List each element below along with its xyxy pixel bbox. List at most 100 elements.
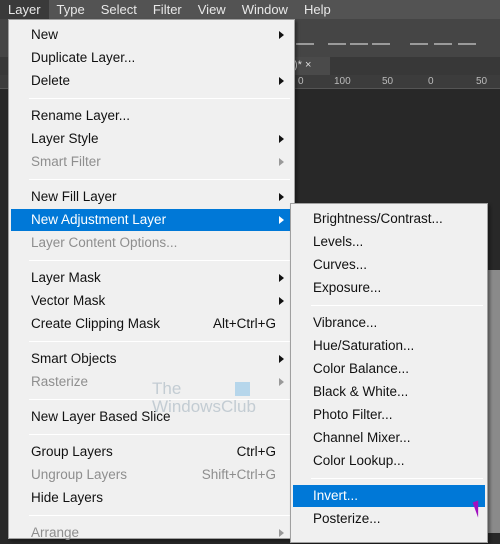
menu-filter[interactable]: Filter [145,0,190,19]
menu-item-label: Layer Style [31,131,99,146]
menu-separator [29,341,290,342]
menu-item-posterize[interactable]: Posterize... [293,508,485,530]
menu-item-hide-layers[interactable]: Hide Layers [11,487,292,509]
menu-help[interactable]: Help [296,0,339,19]
align-right-icon[interactable] [372,31,390,45]
adjustment-layer-submenu: Brightness/Contrast... Levels... Curves...… [290,203,488,543]
menu-item-label: Duplicate Layer... [31,50,136,65]
menu-item-ungroup-layers[interactable]: Ungroup Layers Shift+Ctrl+G [11,464,292,486]
menu-separator [29,399,290,400]
menu-item-label: Layer Mask [31,270,101,285]
menu-item-new-fill-layer[interactable]: New Fill Layer [11,186,292,208]
distribute-bottom-icon[interactable] [458,31,476,45]
menu-item-label: Create Clipping Mask [31,316,161,331]
menu-item-layer-mask[interactable]: Layer Mask [11,267,292,289]
menu-item-label: Rasterize [31,374,89,389]
menu-item-label: New Layer Based Slice [31,409,171,424]
menu-item-shortcut: Alt+Ctrl+G [212,316,276,331]
submenu-arrow-icon [279,355,284,363]
menu-separator [29,515,290,516]
menu-item-delete[interactable]: Delete [11,70,292,92]
menu-separator [29,260,290,261]
menu-item-black-white[interactable]: Black & White... [293,381,485,403]
ruler-label: 0 [428,76,434,87]
menu-item-label: Rename Layer... [31,108,131,123]
menu-view[interactable]: View [190,0,234,19]
menu-window[interactable]: Window [234,0,296,19]
layer-menu: The WindowsClub New Duplicate Layer... Dele… [8,19,295,540]
menu-item-vector-mask[interactable]: Vector Mask [11,290,292,312]
menu-item-invert[interactable]: Invert... [293,485,485,507]
menu-item-vibrance[interactable]: Vibrance... [293,312,485,334]
menu-separator [311,305,483,306]
menu-layer[interactable]: Layer [0,0,49,19]
menu-item-brightness-contrast[interactable]: Brightness/Contrast... [293,208,485,230]
submenu-arrow-icon [279,274,284,282]
align-center-icon[interactable] [350,31,368,45]
canvas[interactable] [488,270,500,533]
menu-item-channel-mixer[interactable]: Channel Mixer... [293,427,485,449]
menu-bar: Layer Type Select Filter View Window Help [0,0,500,19]
menu-type[interactable]: Type [49,0,93,19]
submenu-arrow-icon [279,297,284,305]
menu-item-label: Delete [31,73,71,88]
ruler-label: 0 [298,76,304,87]
menu-item-new-layer-based-slice[interactable]: New Layer Based Slice [11,406,292,428]
menu-item-new-adjustment-layer[interactable]: New Adjustment Layer [11,209,292,231]
menu-separator [311,478,483,479]
menu-item-color-lookup[interactable]: Color Lookup... [293,450,485,472]
menu-item-group-layers[interactable]: Group Layers Ctrl+G [11,441,292,463]
menu-item-label: Hue/Saturation... [313,338,415,353]
submenu-arrow-icon [279,135,284,143]
menu-separator [29,434,290,435]
menu-item-rasterize[interactable]: Rasterize [11,371,292,393]
menu-item-exposure[interactable]: Exposure... [293,277,485,299]
close-icon[interactable]: × [305,59,311,71]
menu-item-label: New [31,27,59,42]
menu-item-label: New Fill Layer [31,189,117,204]
menu-item-label: Smart Filter [31,154,101,169]
menu-item-levels[interactable]: Levels... [293,231,485,253]
submenu-arrow-icon [279,529,284,537]
submenu-arrow-icon [279,193,284,201]
menu-item-label: Ungroup Layers [31,467,128,482]
document-tab[interactable]: )* × [290,57,330,75]
align-bottom-icon[interactable] [296,31,314,45]
align-left-icon[interactable] [328,31,346,45]
menu-item-shortcut: Shift+Ctrl+G [201,467,276,482]
menu-item-shortcut: Ctrl+G [236,444,276,459]
menu-item-smart-filter[interactable]: Smart Filter [11,151,292,173]
menu-separator [29,98,290,99]
ruler-label: 50 [476,76,488,87]
menu-item-label: Photo Filter... [313,407,393,422]
menu-item-label: Vibrance... [313,315,378,330]
menu-item-hue-saturation[interactable]: Hue/Saturation... [293,335,485,357]
menu-select[interactable]: Select [93,0,145,19]
menu-item-label: Curves... [313,257,368,272]
menu-item-label: Levels... [313,234,364,249]
menu-item-label: Channel Mixer... [313,430,411,445]
menu-item-label: Exposure... [313,280,382,295]
menu-item-label: Black & White... [313,384,409,399]
distribute-top-icon[interactable] [410,31,428,45]
menu-item-curves[interactable]: Curves... [293,254,485,276]
menu-item-rename-layer[interactable]: Rename Layer... [11,105,292,127]
submenu-arrow-icon [279,77,284,85]
menu-item-smart-objects[interactable]: Smart Objects [11,348,292,370]
menu-item-layer-style[interactable]: Layer Style [11,128,292,150]
document-tab-label: )* [294,59,302,71]
menu-item-color-balance[interactable]: Color Balance... [293,358,485,380]
distribute-middle-icon[interactable] [434,31,452,45]
submenu-arrow-icon [279,31,284,39]
menu-item-create-clipping-mask[interactable]: Create Clipping Mask Alt+Ctrl+G [11,313,292,335]
submenu-arrow-icon [279,216,284,224]
menu-item-layer-content-options[interactable]: Layer Content Options... [11,232,292,254]
submenu-arrow-icon [279,158,284,166]
menu-item-duplicate-layer[interactable]: Duplicate Layer... [11,47,292,69]
menu-item-new[interactable]: New [11,24,292,46]
menu-item-label: New Adjustment Layer [31,212,167,227]
menu-item-label: Brightness/Contrast... [313,211,443,226]
menu-item-label: Vector Mask [31,293,106,308]
menu-item-arrange[interactable]: Arrange [11,522,292,544]
menu-item-photo-filter[interactable]: Photo Filter... [293,404,485,426]
